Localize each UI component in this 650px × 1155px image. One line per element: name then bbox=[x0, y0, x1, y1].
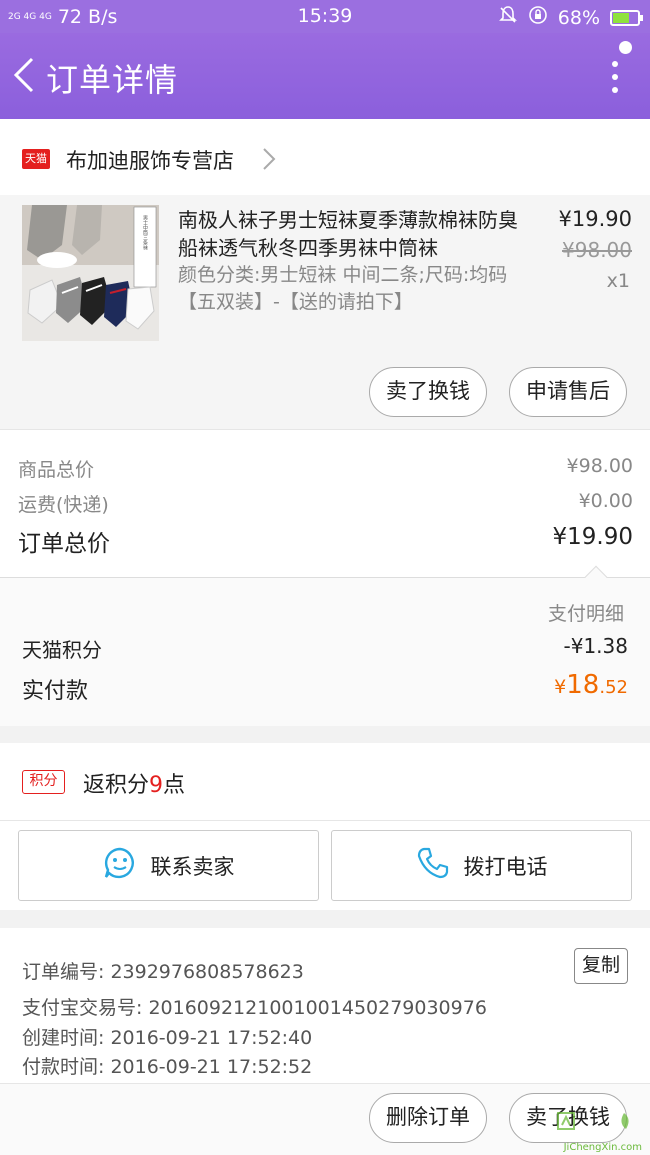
tmall-points-value: -¥1.38 bbox=[563, 634, 628, 658]
after-sale-button[interactable]: 申请售后 bbox=[509, 367, 627, 417]
chat-bubble-icon bbox=[103, 846, 137, 885]
order-number: 订单编号: 2392976808578623 bbox=[22, 961, 304, 983]
paid-currency: ¥ bbox=[554, 676, 567, 698]
call-phone-button[interactable]: 拨打电话 bbox=[331, 830, 632, 901]
rotation-lock-icon bbox=[528, 5, 548, 30]
chevron-right-icon bbox=[262, 147, 276, 171]
points-badge: 积分 bbox=[22, 770, 65, 794]
phone-icon bbox=[416, 846, 450, 885]
points-row: 积分 返积分9点 bbox=[0, 743, 650, 821]
goods-total-value: ¥98.00 bbox=[566, 455, 633, 477]
tmall-icon: 天猫 bbox=[22, 149, 50, 169]
shipping-value: ¥0.00 bbox=[578, 490, 633, 512]
created-time: 创建时间: 2016-09-21 17:52:40 bbox=[22, 1027, 313, 1049]
call-phone-label: 拨打电话 bbox=[463, 854, 548, 879]
bottom-action-bar: 删除订单 卖了换钱 JiChengXin.com bbox=[0, 1083, 650, 1155]
paid-value: ¥18.52 bbox=[554, 670, 628, 700]
sell-for-cash-button[interactable]: 卖了换钱 bbox=[369, 367, 487, 417]
contact-seller-label: 联系卖家 bbox=[150, 854, 235, 879]
points-prefix: 返积分 bbox=[83, 773, 150, 798]
shop-row[interactable]: 天猫 布加迪服饰专营店 bbox=[0, 119, 650, 195]
paid-label: 实付款 bbox=[22, 679, 89, 704]
product-image[interactable]: 男士中筒三条袜 bbox=[22, 205, 159, 341]
paid-time: 付款时间: 2016-09-21 17:52:52 bbox=[22, 1056, 313, 1078]
back-arrow-icon[interactable] bbox=[10, 55, 40, 95]
goods-total-label: 商品总价 bbox=[18, 459, 95, 481]
tmall-points-label: 天猫积分 bbox=[22, 638, 102, 662]
order-info: 订单编号: 2392976808578623 复制 支付宝交易号: 201609… bbox=[0, 928, 650, 1083]
watermark-text: JiChengXin.com bbox=[563, 1142, 642, 1153]
image-caption: 男士中筒三条袜 bbox=[142, 215, 148, 251]
mute-icon bbox=[498, 5, 518, 30]
battery-icon bbox=[610, 9, 643, 26]
product-price: ¥19.90 bbox=[558, 207, 632, 231]
status-right: 68% bbox=[498, 5, 643, 30]
status-bar: 2G 4G 4G 72 B/s 15:39 68% bbox=[0, 0, 650, 33]
payment-detail-link[interactable]: 支付明细 bbox=[548, 599, 624, 626]
product-sku: 颜色分类:男士短袜 中间二条;尺码:均码【五双装】-【送的请拍下】 bbox=[178, 264, 508, 313]
copy-button[interactable]: 复制 bbox=[574, 948, 628, 984]
payment-detail: 支付明细 天猫积分 -¥1.38 实付款 ¥18.52 bbox=[0, 565, 650, 726]
more-menu-icon[interactable] bbox=[612, 61, 618, 93]
page-title: 订单详情 bbox=[46, 61, 179, 99]
points-count: 9 bbox=[149, 773, 164, 798]
shipping-label: 运费(快递) bbox=[18, 494, 109, 516]
price-summary: 商品总价 ¥98.00 运费(快递) ¥0.00 订单总价 ¥19.90 bbox=[0, 429, 650, 578]
notification-dot bbox=[619, 41, 632, 54]
battery-fill bbox=[613, 12, 629, 23]
product-card[interactable]: 男士中筒三条袜 南极人袜子男士短袜夏季薄款棉袜防臭船袜透气秋冬四季男袜中筒袜 颜… bbox=[0, 195, 650, 429]
points-suffix: 点 bbox=[163, 773, 186, 798]
paid-integer: 18 bbox=[566, 670, 600, 700]
order-total-label: 订单总价 bbox=[18, 531, 110, 557]
product-quantity: x1 bbox=[606, 270, 630, 292]
app-header: 订单详情 bbox=[0, 33, 650, 119]
shop-name: 布加迪服饰专营店 bbox=[66, 149, 234, 173]
contact-row: 联系卖家 拨打电话 bbox=[0, 821, 650, 910]
contact-seller-button[interactable]: 联系卖家 bbox=[18, 830, 319, 901]
battery-percent: 68% bbox=[557, 6, 600, 29]
product-original-price: ¥98.00 bbox=[562, 238, 632, 262]
paid-decimal: .52 bbox=[599, 677, 628, 698]
product-title[interactable]: 南极人袜子男士短袜夏季薄款棉袜防臭船袜透气秋冬四季男袜中筒袜 bbox=[178, 206, 518, 262]
order-total-value: ¥19.90 bbox=[552, 524, 633, 550]
delete-order-button[interactable]: 删除订单 bbox=[369, 1093, 487, 1143]
alipay-number: 支付宝交易号: 2016092121001001450279030976 bbox=[22, 997, 487, 1019]
points-text: 返积分9点 bbox=[83, 767, 185, 799]
